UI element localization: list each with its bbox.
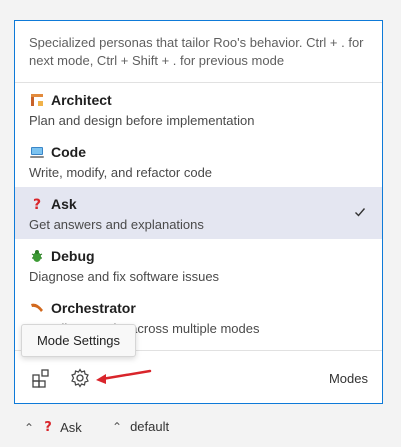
svg-text:?: ? [44,420,52,433]
mode-subtitle: Get answers and explanations [29,217,204,232]
question-icon: ? [42,419,54,436]
mode-description: Specialized personas that tailor Roo's b… [15,21,382,83]
mode-subtitle: Write, modify, and refactor code [29,165,213,180]
checkmark-icon [354,205,366,217]
mode-name: Orchestrator [51,300,136,316]
chevron-up-icon: ⌃ [24,420,35,435]
laptop-icon [29,144,45,160]
mode-list: Architect Plan and design before impleme… [15,83,382,343]
mode-item-code[interactable]: Code Write, modify, and refactor code [15,135,382,187]
mode-item-debug[interactable]: Debug Diagnose and fix software issues [15,239,382,291]
mode-name: Architect [51,92,112,108]
status-profile-label: default [130,419,170,434]
status-bar: ⌃ ? Ask ⌃ default [0,412,401,442]
mode-name: Code [51,144,86,160]
chevron-up-icon: ⌃ [112,419,123,434]
status-mode-label: Ask [60,420,82,435]
mode-name: Ask [51,196,77,212]
gear-icon[interactable] [69,367,91,389]
mode-item-ask[interactable]: ? Ask Get answers and explanations [15,187,382,239]
bug-icon [29,248,45,264]
mode-subtitle: Diagnose and fix software issues [29,269,220,284]
boomerang-icon [29,300,45,316]
status-profile[interactable]: ⌃ default [112,419,169,434]
mode-item-architect[interactable]: Architect Plan and design before impleme… [15,83,382,135]
mode-name: Debug [51,248,95,264]
svg-text:?: ? [33,197,41,212]
red-arrow-annotation [96,369,152,384]
question-icon: ? [29,196,45,213]
marketplace-icon[interactable] [31,367,53,389]
mode-settings-tooltip: Mode Settings [21,324,136,357]
status-mode[interactable]: ⌃ ? Ask [24,419,82,436]
panel-footer: Modes [15,350,382,403]
modes-label: Modes [328,371,368,386]
mode-subtitle: Plan and design before implementation [29,113,255,128]
architect-icon [29,92,45,108]
